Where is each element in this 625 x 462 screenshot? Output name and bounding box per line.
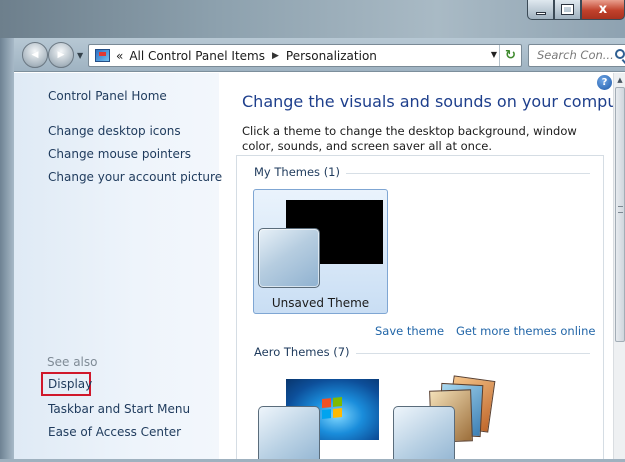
sidebar-link-display[interactable]: Display xyxy=(41,372,92,396)
grip-icon xyxy=(618,206,623,213)
sidebar-link-change-desktop-icons[interactable]: Change desktop icons xyxy=(48,124,181,138)
page-description: Click a theme to change the desktop back… xyxy=(242,124,577,153)
maximize-button[interactable] xyxy=(554,0,581,20)
refresh-button[interactable]: ↻ xyxy=(499,45,521,66)
navigation-bar: ◀ ▶ ▼ « All Control Panel Items ▶ Person… xyxy=(0,38,625,72)
vertical-scrollbar[interactable]: ▲ xyxy=(613,73,625,462)
sidebar-link-change-mouse-pointers[interactable]: Change mouse pointers xyxy=(48,147,191,161)
address-dropdown-icon[interactable]: ▼ xyxy=(491,50,497,59)
aero-themes-heading: Aero Themes (7) xyxy=(254,345,356,359)
divider xyxy=(344,353,590,354)
save-theme-link[interactable]: Save theme xyxy=(375,324,444,338)
divider xyxy=(340,173,590,174)
breadcrumb-all-control-panel-items[interactable]: All Control Panel Items xyxy=(129,49,265,63)
sidebar-link-change-account-picture[interactable]: Change your account picture xyxy=(48,170,222,184)
refresh-icon: ↻ xyxy=(505,48,516,63)
theme-window-color-swatch xyxy=(393,406,455,462)
sidebar-link-taskbar-start-menu[interactable]: Taskbar and Start Menu xyxy=(48,402,190,416)
theme-window-color-swatch xyxy=(258,228,320,288)
close-button[interactable]: x xyxy=(581,0,625,20)
see-also-heading: See also xyxy=(47,355,98,369)
help-icon[interactable]: ? xyxy=(597,75,612,90)
forward-button[interactable]: ▶ xyxy=(48,42,74,68)
scroll-thumb[interactable] xyxy=(615,87,625,342)
page-title: Change the visuals and sounds on your co… xyxy=(242,92,625,111)
sidebar-link-control-panel-home[interactable]: Control Panel Home xyxy=(48,89,167,103)
minimize-button[interactable] xyxy=(527,0,554,20)
caption-buttons: x xyxy=(527,0,625,26)
recent-pages-dropdown[interactable]: ▼ xyxy=(77,51,83,60)
address-prefix[interactable]: « xyxy=(116,49,123,63)
get-more-themes-link[interactable]: Get more themes online xyxy=(456,324,595,338)
close-icon: x xyxy=(598,2,608,17)
window-titlebar: x xyxy=(0,0,625,38)
windows-logo-icon xyxy=(322,396,342,420)
back-arrow-icon: ◀ xyxy=(31,50,39,60)
window-left-border xyxy=(0,38,14,462)
sidebar-link-ease-of-access-center[interactable]: Ease of Access Center xyxy=(48,425,181,439)
maximize-icon xyxy=(561,4,574,15)
theme-name: Unsaved Theme xyxy=(271,296,370,310)
address-bar[interactable]: « All Control Panel Items ▶ Personalizat… xyxy=(88,44,522,67)
forward-arrow-icon: ▶ xyxy=(57,50,65,60)
search-input[interactable]: Search Con... xyxy=(528,44,625,67)
search-placeholder: Search Con... xyxy=(537,48,614,62)
scroll-up-icon[interactable]: ▲ xyxy=(614,73,625,87)
breadcrumb-separator-icon[interactable]: ▶ xyxy=(272,51,279,61)
minimize-icon xyxy=(535,11,546,15)
search-icon[interactable] xyxy=(615,49,625,59)
back-button[interactable]: ◀ xyxy=(22,42,48,68)
theme-window-color-swatch xyxy=(258,406,320,462)
breadcrumb-personalization[interactable]: Personalization xyxy=(286,49,377,63)
control-panel-icon xyxy=(95,49,110,62)
my-themes-heading: My Themes (1) xyxy=(254,165,346,179)
